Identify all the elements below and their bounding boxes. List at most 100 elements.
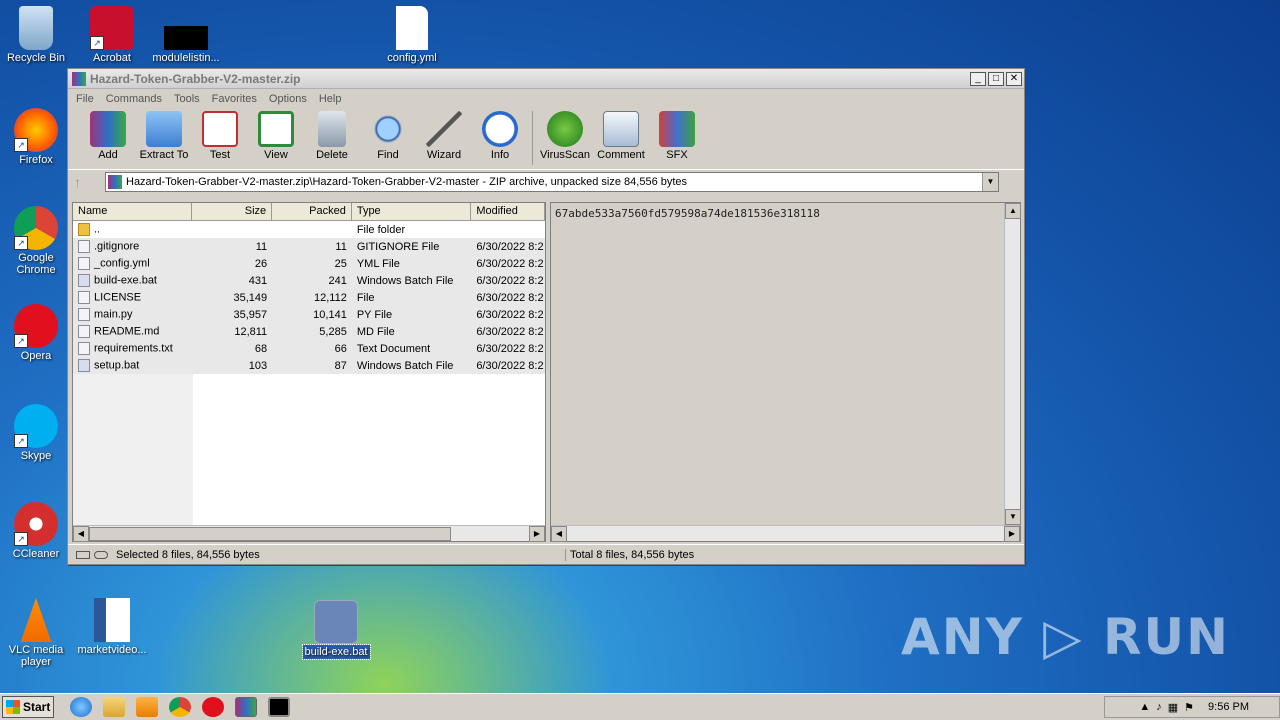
- table-row[interactable]: README.md 12,811 5,285 MD File 6/30/2022 8:2: [73, 323, 545, 340]
- table-row[interactable]: .gitignore 11 11 GITIGNORE File 6/30/2022 8:…: [73, 238, 545, 255]
- sfx-button[interactable]: SFX: [649, 111, 705, 161]
- winrar-taskbar-icon[interactable]: [235, 697, 257, 717]
- toolbar: Add Extract To Test View Delete Find Wiz…: [68, 109, 1024, 169]
- clock[interactable]: 9:56 PM: [1208, 701, 1249, 713]
- desktop-icon-ccleaner[interactable]: ↗ CCleaner: [0, 502, 72, 560]
- clipboard-check-icon: [202, 111, 238, 147]
- comment-button[interactable]: Comment: [593, 111, 649, 161]
- info-button[interactable]: Info: [472, 111, 528, 161]
- desktop-icon-acrobat[interactable]: ↗ Acrobat: [76, 6, 148, 64]
- cell-name: _config.yml: [73, 257, 192, 270]
- find-button[interactable]: Find: [360, 111, 416, 161]
- winrar-window[interactable]: Hazard-Token-Grabber-V2-master.zip _ □ ✕…: [67, 68, 1025, 565]
- column-packed[interactable]: Packed: [272, 203, 352, 220]
- table-row[interactable]: build-exe.bat 431 241 Windows Batch File 6/3…: [73, 272, 545, 289]
- close-button[interactable]: ✕: [1006, 71, 1022, 86]
- cell-size: 35,149: [233, 291, 268, 304]
- horizontal-scrollbar[interactable]: ◀ ▶: [551, 525, 1020, 542]
- status-selected: Selected 8 files, 84,556 bytes: [68, 548, 566, 561]
- file-list[interactable]: Name Size Packed Type Modified .. File fo…: [72, 202, 546, 542]
- table-row[interactable]: setup.bat 103 87 Windows Batch File 6/30/202…: [73, 357, 545, 374]
- minimize-button[interactable]: _: [970, 71, 986, 86]
- scroll-right-icon[interactable]: ▶: [1004, 526, 1020, 542]
- delete-button[interactable]: Delete: [304, 111, 360, 161]
- cell-name: ..: [73, 223, 192, 236]
- desktop-icon-vlc[interactable]: VLC media player: [0, 598, 72, 668]
- desktop-icon-recycle-bin[interactable]: Recycle Bin: [0, 6, 72, 64]
- menu-file[interactable]: File: [76, 93, 94, 105]
- desktop-icon-skype[interactable]: ↗ Skype: [0, 404, 72, 462]
- scroll-up-icon[interactable]: ▲: [1005, 203, 1021, 219]
- add-button[interactable]: Add: [80, 111, 136, 161]
- maximize-button[interactable]: □: [988, 71, 1004, 86]
- file-name: setup.bat: [94, 359, 140, 372]
- book-icon: [258, 111, 294, 147]
- internet-explorer-icon[interactable]: [70, 697, 92, 717]
- view-button[interactable]: View: [248, 111, 304, 161]
- wizard-label: Wizard: [426, 149, 462, 161]
- desktop-icon-marketvideo[interactable]: marketvideo...: [76, 598, 148, 656]
- scroll-left-icon[interactable]: ◀: [551, 526, 567, 542]
- chrome-icon[interactable]: [169, 697, 191, 717]
- volume-icon[interactable]: ♪: [1156, 701, 1162, 713]
- opera-icon[interactable]: [202, 697, 224, 717]
- cell-modified: 6/30/2022 8:2: [476, 274, 544, 287]
- desktop-icon-modulelistin[interactable]: modulelistin...: [150, 6, 222, 64]
- menu-options[interactable]: Options: [269, 93, 307, 105]
- scroll-left-icon[interactable]: ◀: [73, 526, 89, 542]
- column-type[interactable]: Type: [352, 203, 472, 220]
- table-row[interactable]: main.py 35,957 10,141 PY File 6/30/2022 8:2: [73, 306, 545, 323]
- folder-icon: [146, 111, 182, 147]
- menu-favorites[interactable]: Favorites: [212, 93, 257, 105]
- path-field[interactable]: Hazard-Token-Grabber-V2-master.zip\Hazar…: [105, 171, 999, 192]
- wizard-button[interactable]: Wizard: [416, 111, 472, 161]
- cell-modified: 6/30/2022 8:2: [476, 342, 544, 355]
- cell-name: build-exe.bat: [73, 274, 192, 287]
- desktop-icon-label: modulelistin...: [152, 52, 220, 64]
- cell-type: PY File: [356, 308, 393, 321]
- explorer-icon[interactable]: [103, 697, 125, 717]
- column-size[interactable]: Size: [192, 203, 273, 220]
- blacked-out-icon: [164, 26, 208, 50]
- skype-icon: ↗: [14, 404, 58, 448]
- action-center-flag-icon[interactable]: ⚑: [1184, 701, 1194, 714]
- start-button[interactable]: Start: [2, 696, 54, 718]
- desktop-icon-config-yml[interactable]: config.yml: [376, 6, 448, 64]
- file-name: ..: [94, 223, 101, 236]
- table-row[interactable]: requirements.txt 68 66 Text Document 6/30/20…: [73, 340, 545, 357]
- vertical-scrollbar[interactable]: ▲ ▼: [1004, 203, 1021, 525]
- media-player-icon[interactable]: [136, 697, 158, 717]
- show-hidden-icons-icon[interactable]: ▲: [1139, 701, 1150, 713]
- virusscan-button[interactable]: VirusScan: [537, 111, 593, 161]
- anyrun-watermark: ANY ▷ RUN: [901, 608, 1230, 666]
- menu-bar: File Commands Tools Favorites Options He…: [68, 89, 1024, 109]
- table-row[interactable]: LICENSE 35,149 12,112 File 6/30/2022 8:2: [73, 289, 545, 306]
- comment-label: Comment: [597, 149, 645, 161]
- desktop-icon-google-chrome[interactable]: ↗ Google Chrome: [0, 206, 72, 276]
- menu-commands[interactable]: Commands: [106, 93, 162, 105]
- cmd-icon[interactable]: [268, 697, 290, 717]
- column-name[interactable]: Name: [73, 203, 193, 220]
- menu-help[interactable]: Help: [319, 93, 342, 105]
- horizontal-scrollbar[interactable]: ◀ ▶: [73, 525, 545, 542]
- menu-tools[interactable]: Tools: [174, 93, 200, 105]
- scroll-right-icon[interactable]: ▶: [529, 526, 545, 542]
- scroll-thumb[interactable]: [89, 527, 451, 541]
- test-button[interactable]: Test: [192, 111, 248, 161]
- chevron-down-icon[interactable]: ▼: [982, 172, 998, 191]
- scroll-down-icon[interactable]: ▼: [1005, 509, 1021, 525]
- desktop-icon-firefox[interactable]: ↗ Firefox: [0, 108, 72, 166]
- extract-to-button[interactable]: Extract To: [136, 111, 192, 161]
- chrome-icon: ↗: [14, 206, 58, 250]
- table-row[interactable]: .. File folder: [73, 221, 545, 238]
- up-arrow-icon[interactable]: ↑: [74, 174, 81, 190]
- cell-name: README.md: [73, 325, 192, 338]
- cell-type: File: [356, 291, 375, 304]
- desktop-icon-opera[interactable]: ↗ Opera: [0, 304, 72, 362]
- table-row[interactable]: _config.yml 26 25 YML File 6/30/2022 8:2: [73, 255, 545, 272]
- file-icon: [78, 240, 90, 253]
- network-icon[interactable]: ▦: [1168, 701, 1178, 714]
- column-modified[interactable]: Modified: [471, 203, 546, 220]
- desktop-icon-build-exe-bat[interactable]: build-exe.bat: [300, 600, 372, 660]
- title-bar[interactable]: Hazard-Token-Grabber-V2-master.zip _ □ ✕: [68, 69, 1024, 89]
